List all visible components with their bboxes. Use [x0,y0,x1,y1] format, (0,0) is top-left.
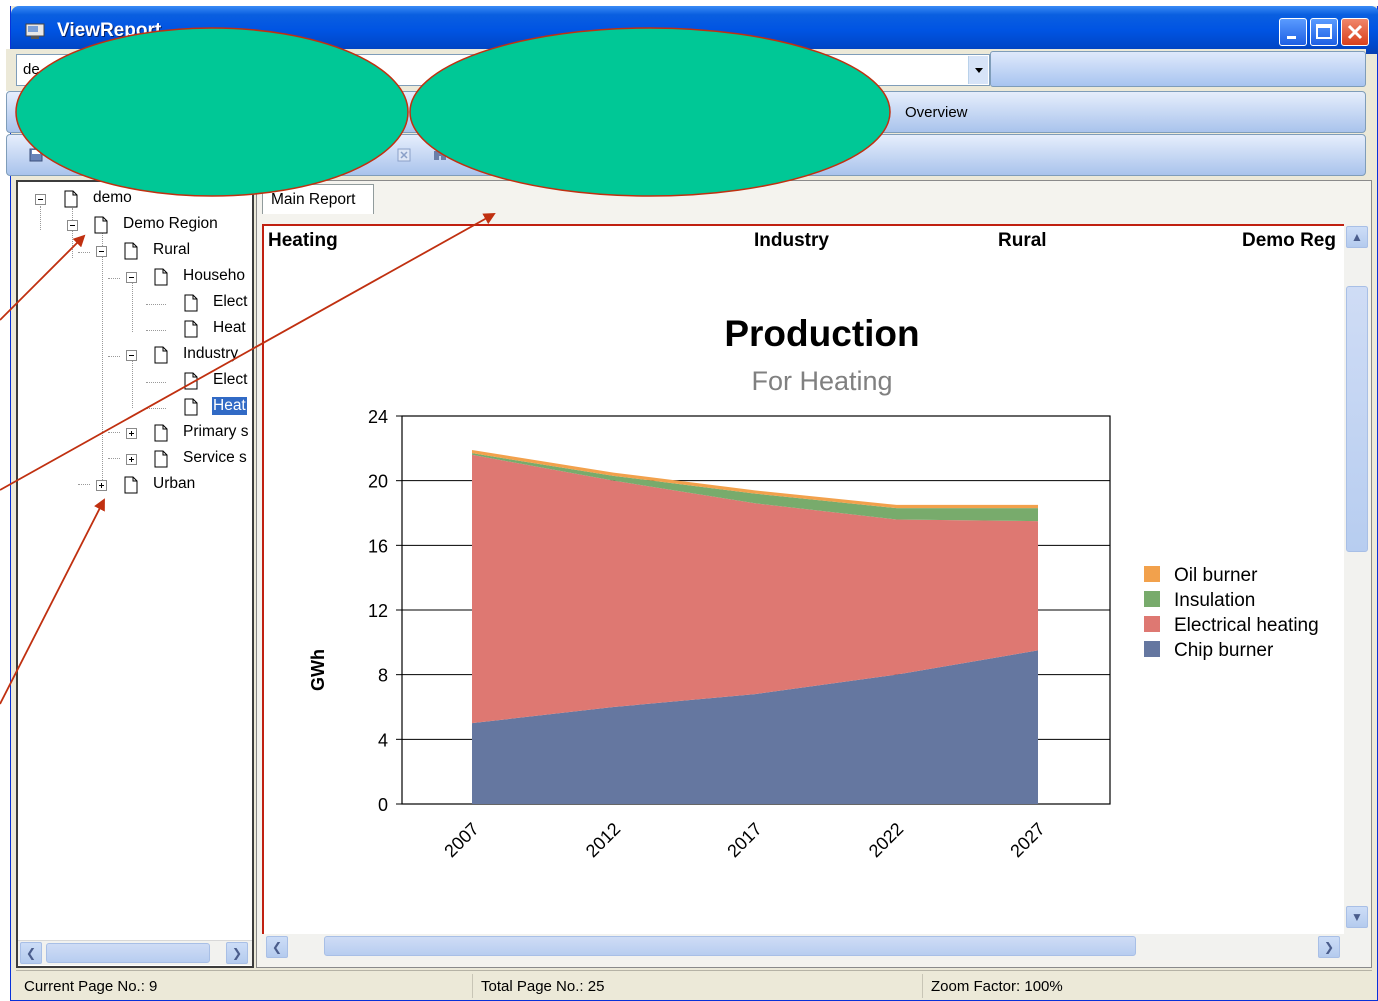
y-axis-label: GWh [308,649,328,691]
tab-main-report[interactable]: Main Report [262,184,374,214]
region-combo[interactable]: de [16,54,990,86]
y-tick-label: 24 [368,407,388,427]
expand-icon[interactable] [126,428,137,439]
chart-title: Production [724,313,919,354]
legend-swatch [1144,591,1160,607]
chart-subtitle: For Heating [751,366,892,396]
collapse-icon[interactable] [67,220,78,231]
status-bar: Current Page No.: 9 Total Page No.: 25 Z… [16,970,1372,998]
minimize-icon [1287,36,1296,39]
document-icon [94,216,108,234]
maximize-button[interactable] [1310,18,1338,46]
x-tick-label: 2027 [1006,819,1048,861]
tree-node-label: Elect [213,371,248,388]
document-icon [64,190,78,208]
region-combo-value: de [23,61,40,78]
expand-icon[interactable] [96,480,107,491]
document-icon [184,294,198,312]
tree-node-label: Industry [183,345,239,362]
y-tick-label: 12 [368,601,388,621]
x-tick-label: 2012 [582,819,624,861]
document-icon [184,320,198,338]
document-icon [184,372,198,390]
tree-node-label: Primary s [183,423,249,440]
report-page: Heating Industry Rural Demo Reg Producti… [262,224,1346,934]
legend-label: Electrical heating [1174,615,1319,636]
y-tick-label: 20 [368,472,388,492]
status-total-pages: Total Page No.: 25 [472,974,922,998]
scroll-up-icon[interactable]: ▲ [1346,226,1368,248]
tab-overview[interactable]: Overview [905,104,968,121]
report-vertical-scrollbar[interactable]: ▲ ▼ [1344,224,1370,934]
legend-label: Oil burner [1174,565,1258,586]
tree-node-label: Demo Region [123,215,218,232]
report-horizontal-scrollbar[interactable]: ❮ ❯ [262,934,1370,960]
tree-node-label: Heat [213,319,246,336]
view-tab-strip: Overview [6,91,1366,133]
x-tick-label: 2022 [865,819,907,861]
legend-swatch [1144,641,1160,657]
close-report-icon[interactable] [397,148,411,162]
collapse-icon[interactable] [96,246,107,257]
scroll-right-icon[interactable]: ❯ [226,942,248,964]
scroll-down-icon[interactable]: ▼ [1346,906,1368,928]
combo-extension-panel [990,51,1366,87]
region-selector-row: de [6,49,1366,91]
tree-node-label: demo [93,189,132,206]
tree-node-label: Service s [183,449,247,466]
scroll-thumb[interactable] [1346,286,1368,552]
tree-node-label: Elect [213,293,248,310]
close-icon [1347,24,1363,40]
tree-node-label: Urban [153,475,196,492]
scroll-left-icon[interactable]: ❮ [20,942,42,964]
scroll-thumb[interactable] [46,943,210,963]
x-tick-label: 2017 [723,819,765,861]
tree-horizontal-scrollbar[interactable]: ❮ ❯ [18,940,252,965]
collapse-icon[interactable] [126,272,137,283]
window-title: ViewReport [57,20,162,41]
document-icon [154,450,168,468]
legend-label: Chip burner [1174,640,1274,661]
tree-node-label: Househo [183,267,246,284]
scroll-right-icon[interactable]: ❯ [1318,936,1340,958]
y-tick-label: 4 [378,730,388,750]
collapse-icon[interactable] [35,194,46,205]
y-tick-label: 8 [378,666,388,686]
legend-label: Insulation [1174,590,1255,611]
document-icon [154,424,168,442]
expand-icon[interactable] [126,454,137,465]
chevron-down-icon[interactable] [968,56,988,84]
app-window-icon [25,23,45,39]
document-icon [184,398,198,416]
y-tick-label: 0 [378,795,388,815]
production-chart: Production For Heating 0 4 8 12 16 20 24 2007 20… [308,313,1319,861]
legend-swatch [1144,566,1160,582]
scroll-thumb[interactable] [324,936,1136,956]
tree-node-label: Rural [153,241,191,258]
status-current-page: Current Page No.: 9 [24,978,158,995]
x-tick-label: 2007 [440,819,482,861]
legend-swatch [1144,616,1160,632]
y-tick-label: 16 [368,536,388,556]
maximize-icon [1316,24,1332,39]
region-tree: demo Demo Region Rural Househo Elect Hea… [16,180,254,968]
status-zoom: Zoom Factor: 100% [922,974,1372,998]
minimize-button[interactable] [1279,18,1307,46]
save-icon[interactable] [29,148,43,162]
document-icon [124,476,138,494]
tree-node-label-selected: Heat [212,397,247,415]
collapse-icon[interactable] [126,350,137,361]
document-icon [154,346,168,364]
scroll-left-icon[interactable]: ❮ [266,936,288,958]
binoculars-icon[interactable] [433,148,447,162]
document-icon [124,242,138,260]
report-toolbar [6,134,1366,176]
document-icon [154,268,168,286]
close-button[interactable] [1341,18,1369,46]
title-bar[interactable]: ViewReport [11,6,1378,54]
